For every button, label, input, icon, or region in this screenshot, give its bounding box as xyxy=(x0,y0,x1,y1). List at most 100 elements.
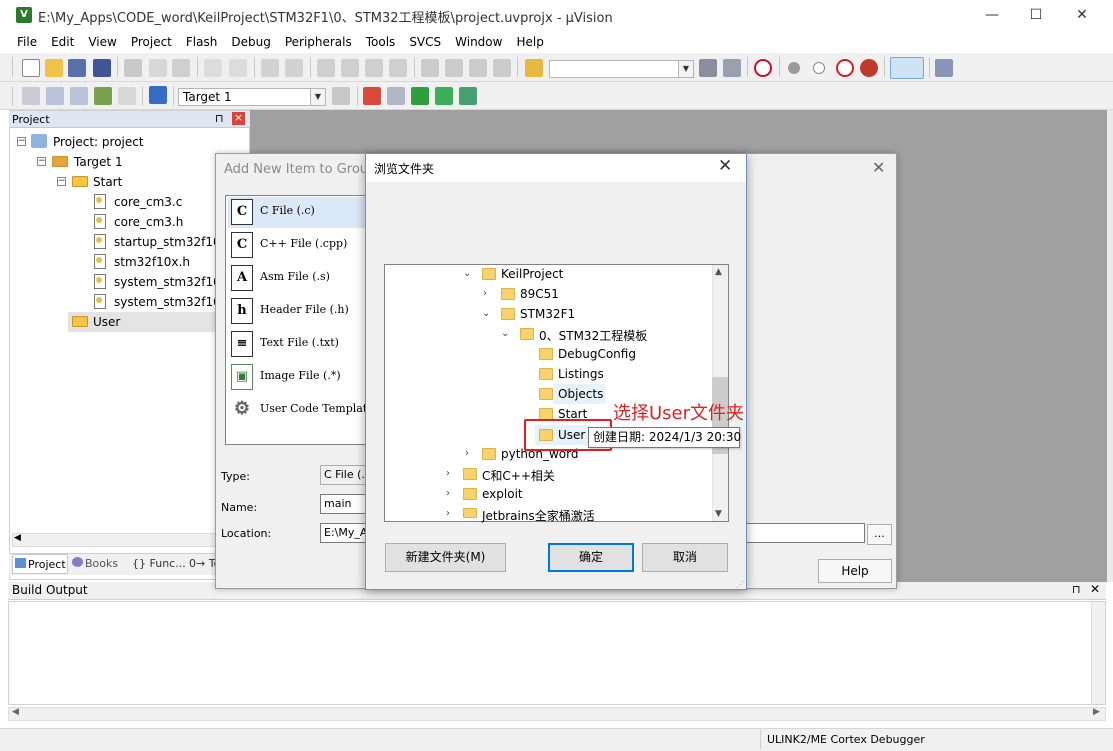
close-icon[interactable]: ✕ xyxy=(718,156,732,176)
cut-icon[interactable] xyxy=(124,59,142,77)
ok-button[interactable]: 确定 xyxy=(548,543,634,572)
tree-folder-89c51[interactable]: 89C51 xyxy=(520,287,559,301)
target-select[interactable]: Target 1 ▼ xyxy=(178,88,326,106)
location-input-right[interactable] xyxy=(745,523,865,543)
save-icon[interactable] xyxy=(68,59,86,77)
nav-back-icon[interactable] xyxy=(261,59,279,77)
close-icon[interactable]: ✕ xyxy=(872,158,885,177)
tree-folder-keilproject[interactable]: KeilProject xyxy=(501,267,563,281)
window-layout-icon[interactable] xyxy=(890,57,924,79)
tab-functions[interactable]: {} Func... xyxy=(132,554,186,574)
pack-installer-icon[interactable] xyxy=(411,87,429,105)
tree-folder-exploit[interactable]: exploit xyxy=(482,487,523,501)
chevron-right-icon[interactable]: › xyxy=(483,288,487,299)
scroll-left-icon[interactable]: ◀ xyxy=(14,533,21,543)
menu-project[interactable]: Project xyxy=(124,31,179,53)
chevron-right-icon[interactable]: › xyxy=(465,448,469,459)
menu-help[interactable]: Help xyxy=(509,31,550,53)
manage-components-icon[interactable] xyxy=(363,87,381,105)
breakpoint-icon[interactable] xyxy=(788,62,800,74)
close-button[interactable]: ✕ xyxy=(1059,0,1105,31)
stop-build-icon[interactable] xyxy=(118,87,136,105)
file-extensions-icon[interactable] xyxy=(387,87,405,105)
resize-grip-icon[interactable]: ⋰ xyxy=(736,580,744,589)
tree-folder-debugconfig[interactable]: DebugConfig xyxy=(558,347,636,361)
pin-icon[interactable]: ⊓ xyxy=(215,112,224,125)
menu-peripherals[interactable]: Peripherals xyxy=(278,31,359,53)
chevron-right-icon[interactable]: › xyxy=(446,488,450,499)
uncomment-icon[interactable] xyxy=(493,59,511,77)
translate-icon[interactable] xyxy=(22,87,40,105)
browse-button[interactable]: ... xyxy=(867,524,892,545)
panel-hscroll[interactable] xyxy=(12,533,216,547)
minimize-button[interactable]: — xyxy=(969,0,1015,31)
help-button[interactable]: Help xyxy=(818,559,892,583)
menu-window[interactable]: Window xyxy=(448,31,509,53)
rebuild-icon[interactable] xyxy=(70,87,88,105)
scroll-left-icon[interactable]: ◀ xyxy=(12,707,19,717)
bookmark-prev-icon[interactable] xyxy=(341,59,359,77)
copy-icon[interactable] xyxy=(149,59,167,77)
build-output-text[interactable] xyxy=(8,601,1106,705)
tree-folder-stm32f1[interactable]: STM32F1 xyxy=(520,307,575,321)
menu-view[interactable]: View xyxy=(81,31,123,53)
tab-project[interactable]: Project xyxy=(12,554,68,574)
tree-target[interactable]: Target 1 xyxy=(74,155,123,169)
menu-edit[interactable]: Edit xyxy=(44,31,81,53)
chevron-down-icon[interactable]: ⌄ xyxy=(463,268,471,279)
chevron-right-icon[interactable]: › xyxy=(446,508,450,519)
bookmark-next-icon[interactable] xyxy=(365,59,383,77)
panel-close-icon[interactable]: × xyxy=(232,112,245,125)
target-options-icon[interactable] xyxy=(332,87,350,105)
menu-debug[interactable]: Debug xyxy=(224,31,277,53)
build-icon[interactable] xyxy=(46,87,64,105)
configure-icon[interactable] xyxy=(935,59,953,77)
chevron-right-icon[interactable]: › xyxy=(446,468,450,479)
scroll-down-icon[interactable]: ▼ xyxy=(715,509,722,519)
tree-folder-template[interactable]: 0、STM32工程模板 xyxy=(539,327,647,344)
find-in-files-icon[interactable] xyxy=(525,59,543,77)
tree-group-start[interactable]: Start xyxy=(93,175,122,189)
tree-file[interactable]: core_cm3.c xyxy=(114,195,182,209)
menu-tools[interactable]: Tools xyxy=(359,31,403,53)
menu-svcs[interactable]: SVCS xyxy=(402,31,448,53)
chevron-down-icon[interactable]: ⌄ xyxy=(482,308,490,319)
chevron-down-icon[interactable]: ▼ xyxy=(310,89,325,105)
location-input-left[interactable]: E:\My_Ap xyxy=(320,523,366,543)
chevron-down-icon[interactable]: ⌄ xyxy=(501,328,509,339)
indent-icon[interactable] xyxy=(421,59,439,77)
incremental-find-icon[interactable] xyxy=(723,59,741,77)
collapse-icon[interactable]: − xyxy=(17,137,26,146)
tree-folder-c-cpp[interactable]: C和C++相关 xyxy=(482,467,555,484)
breakpoint-kill-icon[interactable] xyxy=(860,59,878,77)
tree-project-root[interactable]: Project: project xyxy=(53,135,144,149)
undo-icon[interactable] xyxy=(204,59,222,77)
redo-icon[interactable] xyxy=(229,59,247,77)
chevron-down-icon[interactable]: ▼ xyxy=(678,61,693,77)
breakpoint-clear-icon[interactable] xyxy=(836,59,854,77)
tree-folder-jetbrains[interactable]: Jetbrains全家桶激活 xyxy=(482,507,595,524)
new-file-icon[interactable] xyxy=(22,59,40,77)
find-icon[interactable] xyxy=(699,59,717,77)
collapse-icon[interactable]: − xyxy=(57,177,66,186)
scroll-right-icon[interactable]: ▶ xyxy=(1093,707,1100,717)
download-icon[interactable] xyxy=(149,86,167,104)
comment-icon[interactable] xyxy=(469,59,487,77)
cancel-button[interactable]: 取消 xyxy=(642,543,728,572)
tree-group-user[interactable]: User xyxy=(93,315,120,329)
tree-file[interactable]: stm32f10x.h xyxy=(114,255,190,269)
run-time-env-icon[interactable] xyxy=(459,87,477,105)
tree-folder-listings[interactable]: Listings xyxy=(558,367,604,381)
breakpoint-disable-icon[interactable] xyxy=(813,62,825,74)
menu-file[interactable]: File xyxy=(10,31,44,53)
debug-session-icon[interactable] xyxy=(754,59,772,77)
maximize-button[interactable]: ☐ xyxy=(1013,0,1059,31)
tab-books[interactable]: Books xyxy=(72,554,118,574)
close-icon[interactable]: ✕ xyxy=(1090,582,1100,596)
menu-flash[interactable]: Flash xyxy=(179,31,224,53)
build-output-hscroll[interactable] xyxy=(8,707,1106,721)
name-input[interactable]: main xyxy=(320,494,366,514)
pin-icon[interactable]: ⊓ xyxy=(1072,583,1081,596)
collapse-icon[interactable]: − xyxy=(37,157,46,166)
unindent-icon[interactable] xyxy=(445,59,463,77)
